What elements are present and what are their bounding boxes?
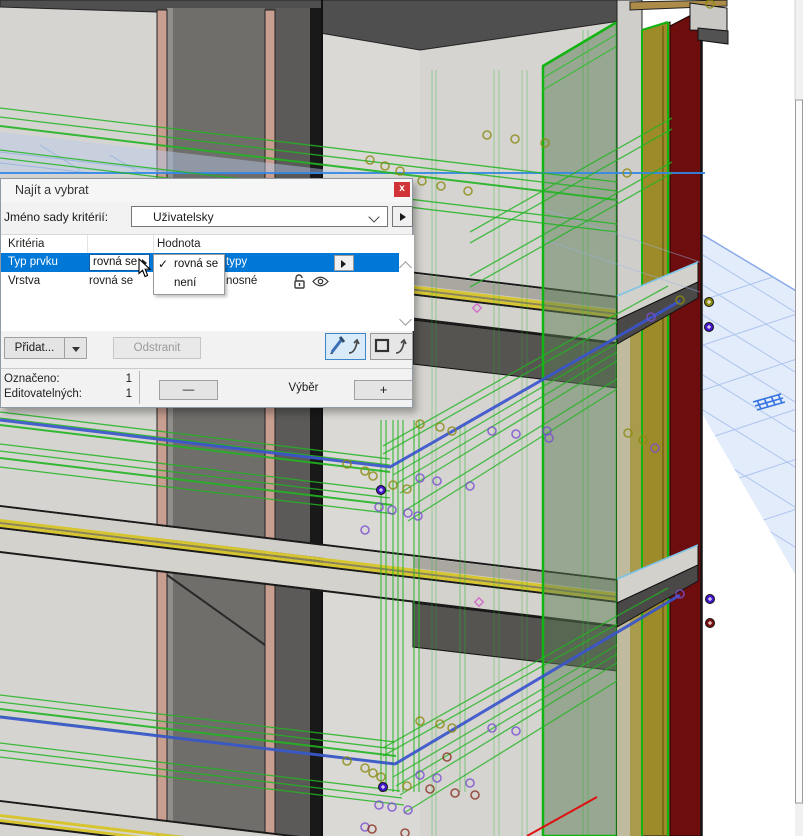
- arrow-right-icon: [400, 213, 406, 221]
- criteria-set-combobox[interactable]: Uživatelsky: [131, 206, 388, 227]
- menu-item-not[interactable]: není: [154, 274, 224, 293]
- dialog-titlebar[interactable]: Najít a vybrat x: [1, 179, 412, 202]
- add-dropdown-button[interactable]: [64, 337, 87, 359]
- column-header-criteria: Kritéria: [8, 238, 45, 250]
- viewport-scrollbar[interactable]: [794, 0, 803, 836]
- column-divider: [153, 235, 154, 253]
- find-select-dialog: Najít a vybrat x Jméno sady kritérií: Už…: [0, 178, 414, 408]
- menu-item-equals[interactable]: ✓ rovná se: [154, 255, 224, 274]
- column-divider: [87, 235, 88, 253]
- arrow-right-icon: [341, 260, 346, 268]
- separator: [1, 368, 412, 369]
- pick-criteria-toggle[interactable]: [325, 333, 366, 360]
- marked-label: Označeno:: [4, 373, 60, 385]
- chevron-down-icon: [368, 211, 380, 223]
- dialog-title: Najít a vybrat: [15, 183, 89, 197]
- scrollbar-thumb: [795, 99, 803, 804]
- corner-column: [616, 0, 671, 836]
- criterion-name: Vrstva: [8, 275, 41, 287]
- marked-value: 1: [125, 373, 132, 385]
- unlock-icon[interactable]: [293, 274, 307, 292]
- close-button[interactable]: x: [394, 182, 410, 197]
- scroll-up-icon[interactable]: [399, 261, 412, 274]
- scroll-down-icon[interactable]: [399, 313, 412, 326]
- deselect-button[interactable]: —: [159, 380, 218, 400]
- criteria-set-menu-button[interactable]: [392, 206, 413, 227]
- eye-icon[interactable]: [312, 276, 329, 290]
- marquee-criteria-toggle[interactable]: [370, 333, 413, 360]
- remove-button[interactable]: Odstranit: [113, 337, 201, 359]
- column-header-value: Hodnota: [157, 238, 201, 250]
- divider: [139, 371, 140, 404]
- dark-red-wall: [669, 8, 703, 836]
- editable-label: Editovatelných:: [4, 388, 82, 400]
- criteria-set-label: Jméno sady kritérií:: [4, 210, 109, 224]
- select-button[interactable]: +: [354, 380, 413, 400]
- criterion-value: nosné: [226, 275, 258, 287]
- mouse-cursor: [138, 257, 152, 283]
- viewport-3d[interactable]: [0, 0, 803, 836]
- eyedropper-icon: [330, 336, 360, 354]
- criterion-operator: rovná se: [89, 275, 134, 287]
- add-button[interactable]: Přidat...: [4, 337, 65, 359]
- criterion-name: Typ prvku: [8, 256, 58, 268]
- marquee-icon: [374, 338, 407, 354]
- criteria-set-value: Uživatelsky: [153, 210, 214, 224]
- operator-menu: ✓ rovná se není: [153, 254, 225, 295]
- row-value-menu-button[interactable]: [334, 255, 354, 271]
- selection-label: Výběr: [288, 382, 319, 394]
- criterion-value: typy: [226, 256, 248, 268]
- editable-value: 1: [125, 388, 132, 400]
- dropdown-arrow-icon: [72, 347, 80, 352]
- check-icon: ✓: [158, 257, 169, 271]
